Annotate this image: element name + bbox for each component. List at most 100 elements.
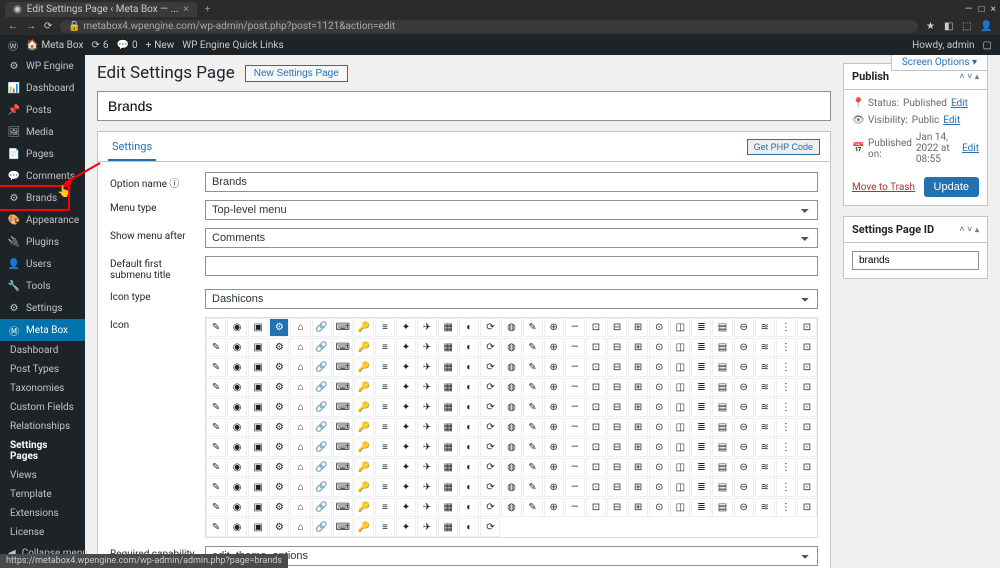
icon-option[interactable]: ▦ — [438, 478, 458, 497]
icon-option[interactable]: ✎ — [523, 378, 543, 397]
icon-option[interactable]: ◍ — [501, 378, 521, 397]
icon-option[interactable]: — — [565, 358, 585, 377]
back-icon[interactable]: ← — [8, 21, 18, 32]
icon-option[interactable]: — — [565, 498, 585, 517]
icon-option[interactable]: ✎ — [206, 338, 226, 357]
icon-option[interactable]: ⌨ — [333, 338, 353, 357]
sidebar-item-appearance[interactable]: 🎨Appearance — [0, 209, 85, 231]
toggle-icon[interactable]: ▴ — [975, 72, 979, 81]
icon-option[interactable]: ⊕ — [544, 458, 564, 477]
sidebar-sub-settings-pages[interactable]: Settings Pages — [0, 436, 85, 466]
new-settings-page-button[interactable]: New Settings Page — [245, 65, 348, 82]
chevron-down-icon[interactable]: ˅ — [967, 225, 972, 234]
icon-option[interactable]: ▣ — [248, 498, 268, 517]
icon-option[interactable]: ⊖ — [734, 338, 754, 357]
icon-option[interactable]: ≣ — [691, 358, 711, 377]
menu-type-select[interactable]: Top-level menu — [205, 200, 818, 220]
wp-logo[interactable]: Ⓦ — [8, 38, 18, 53]
icon-option[interactable]: ⚙ — [269, 358, 289, 377]
edit-visibility-link[interactable]: Edit — [943, 115, 960, 126]
icon-option[interactable]: ▤ — [712, 398, 732, 417]
icon-option[interactable]: ◐ — [459, 458, 479, 477]
icon-option[interactable]: ⊡ — [586, 338, 606, 357]
icon-option[interactable]: ⌂ — [290, 478, 310, 497]
icon-option[interactable]: ⊖ — [734, 498, 754, 517]
icon-option[interactable]: ▦ — [438, 378, 458, 397]
icon-option[interactable]: ▣ — [248, 418, 268, 437]
icon-option[interactable]: ▦ — [438, 338, 458, 357]
icon-option[interactable]: ▣ — [248, 318, 268, 337]
sidebar-item-brands[interactable]: ⚙Brands — [0, 187, 85, 209]
get-php-button[interactable]: Get PHP Code — [747, 139, 820, 155]
address-bar[interactable]: 🔒 metabox4.wpengine.com/wp-admin/post.ph… — [60, 20, 918, 33]
icon-option[interactable]: ⊟ — [607, 418, 627, 437]
icon-option[interactable]: ⊙ — [649, 338, 669, 357]
icon-option[interactable]: ⚙ — [269, 518, 289, 537]
icon-option[interactable]: ⌨ — [333, 438, 353, 457]
icon-option[interactable]: ≋ — [755, 438, 775, 457]
icon-option[interactable]: ◫ — [670, 458, 690, 477]
icon-option[interactable]: 🔑 — [354, 338, 374, 357]
icon-option[interactable]: 🔗 — [312, 498, 332, 517]
icon-option[interactable]: 🔗 — [312, 518, 332, 537]
icon-option[interactable]: ◐ — [459, 318, 479, 337]
icon-option[interactable]: ▤ — [712, 438, 732, 457]
icon-option[interactable]: — — [565, 438, 585, 457]
icon-option[interactable]: ≣ — [691, 458, 711, 477]
icon-option[interactable]: ≋ — [755, 418, 775, 437]
icon-option[interactable]: ≣ — [691, 478, 711, 497]
sidebar-item-comments[interactable]: 💬Comments — [0, 165, 85, 187]
icon-option[interactable]: ⊙ — [649, 498, 669, 517]
icon-option[interactable]: 🔗 — [312, 438, 332, 457]
icon-option[interactable]: ≡ — [375, 358, 395, 377]
icon-option[interactable]: ▣ — [248, 338, 268, 357]
icon-option[interactable]: ⊟ — [607, 398, 627, 417]
sidebar-item-plugins[interactable]: 🔌Plugins — [0, 231, 85, 253]
edit-status-link[interactable]: Edit — [951, 98, 968, 109]
icon-option[interactable]: ⊙ — [649, 398, 669, 417]
icon-option[interactable]: 🔑 — [354, 418, 374, 437]
icon-option[interactable]: ▦ — [438, 518, 458, 537]
browser-tab[interactable]: ◉ Edit Settings Page ‹ Meta Box — ... × — [5, 2, 197, 17]
sidebar-item-meta-box[interactable]: ⓂMeta Box — [0, 319, 85, 341]
icon-option[interactable]: — — [565, 378, 585, 397]
icon-option[interactable]: ✎ — [206, 318, 226, 337]
icon-option[interactable]: ✎ — [206, 518, 226, 537]
icon-option[interactable]: 🔑 — [354, 438, 374, 457]
icon-option[interactable]: 🔑 — [354, 378, 374, 397]
icon-option[interactable]: ▦ — [438, 458, 458, 477]
icon-option[interactable]: ✈ — [417, 398, 437, 417]
icon-option[interactable]: 🔑 — [354, 318, 374, 337]
icon-option[interactable]: ≡ — [375, 498, 395, 517]
icon-option[interactable]: ✎ — [523, 478, 543, 497]
icon-option[interactable]: ▤ — [712, 318, 732, 337]
icon-option[interactable]: ≋ — [755, 458, 775, 477]
icon-option[interactable]: ⊡ — [586, 418, 606, 437]
icon-option[interactable]: ▤ — [712, 358, 732, 377]
icon-option[interactable]: ✦ — [396, 358, 416, 377]
icon-option[interactable]: ⟳ — [480, 438, 500, 457]
icon-option[interactable]: ⊟ — [607, 358, 627, 377]
icon-option[interactable]: ◐ — [459, 518, 479, 537]
icon-option[interactable]: — — [565, 398, 585, 417]
icon-option[interactable]: ⟳ — [480, 518, 500, 537]
default-submenu-input[interactable] — [205, 256, 818, 276]
icon-option[interactable]: ⊡ — [797, 318, 817, 337]
icon-option[interactable]: ⊖ — [734, 318, 754, 337]
icon-option[interactable]: ⊙ — [649, 478, 669, 497]
icon-option[interactable]: ◫ — [670, 358, 690, 377]
icon-option[interactable]: ⊡ — [586, 398, 606, 417]
icon-option[interactable]: ≣ — [691, 378, 711, 397]
icon-option[interactable]: 🔗 — [312, 378, 332, 397]
icon-option[interactable]: ✦ — [396, 498, 416, 517]
icon-option[interactable]: ⟳ — [480, 418, 500, 437]
icon-option[interactable]: ⊕ — [544, 398, 564, 417]
icon-option[interactable]: ◍ — [501, 418, 521, 437]
icon-option[interactable]: ⊡ — [797, 398, 817, 417]
icon-option[interactable]: 🔗 — [312, 338, 332, 357]
sidebar-sub-views[interactable]: Views — [0, 466, 85, 485]
icon-option[interactable]: ⋮ — [776, 398, 796, 417]
settings-id-input[interactable] — [852, 251, 979, 270]
icon-option[interactable]: ⊖ — [734, 478, 754, 497]
icon-option[interactable]: ⊡ — [797, 378, 817, 397]
